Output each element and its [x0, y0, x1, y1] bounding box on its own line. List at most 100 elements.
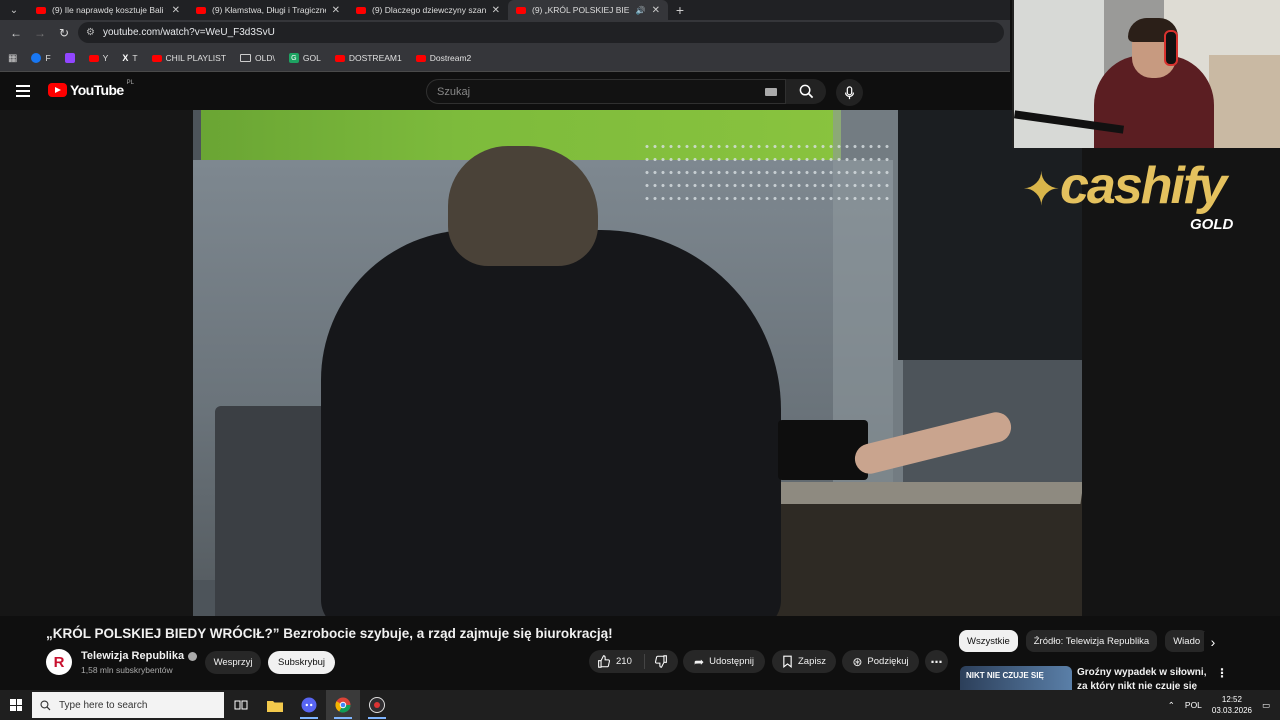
tab-1[interactable]: (9) Ile naprawdę kosztuje Bali w ✕: [28, 0, 188, 20]
channel-name-link[interactable]: Telewizja Republika: [81, 650, 198, 662]
discord-button[interactable]: [292, 690, 326, 720]
youtube-masthead: YouTube PL Szukaj: [0, 73, 1010, 110]
bookmark-label: Y: [102, 53, 109, 63]
tab-search-icon[interactable]: ⌄: [0, 0, 28, 20]
more-actions-button[interactable]: ⋯: [925, 650, 948, 673]
navigation-bar: ← → ↻ ⚙ youtube.com/watch?v=WeU_F3d3SvU: [0, 20, 1010, 45]
video-info: „KRÓL POLSKIEJ BIEDY WRÓCIŁ?” Bezrobocie…: [0, 616, 1280, 706]
new-tab-button[interactable]: +: [668, 0, 692, 20]
language-indicator[interactable]: POL: [1185, 700, 1202, 710]
url-text: youtube.com/watch?v=WeU_F3d3SvU: [102, 27, 275, 38]
close-icon[interactable]: ✕: [172, 5, 180, 16]
notification-icon[interactable]: ▭: [1262, 700, 1270, 711]
chevron-up-icon[interactable]: ⌃: [1168, 700, 1175, 711]
like-button[interactable]: 210: [589, 654, 645, 669]
address-bar[interactable]: ⚙ youtube.com/watch?v=WeU_F3d3SvU: [78, 22, 1004, 43]
sponsor-brand: cashify: [1060, 157, 1227, 215]
chrome-button[interactable]: [326, 690, 360, 720]
reload-button[interactable]: ↻: [54, 23, 74, 43]
like-count: 210: [616, 656, 632, 667]
subscriber-count: 1,58 mln subskrybentów: [81, 665, 173, 675]
chevron-right-icon[interactable]: ›: [1204, 632, 1222, 652]
obs-button[interactable]: [360, 690, 394, 720]
share-button[interactable]: ➦ Udostępnij: [683, 650, 765, 673]
menu-icon[interactable]: [16, 85, 30, 97]
tab-3[interactable]: (9) Dlaczego dziewczyny szanuj ✕: [348, 0, 508, 20]
bookmark-f[interactable]: F: [31, 53, 51, 63]
obs-icon: [369, 697, 385, 713]
share-icon: ➦: [694, 654, 705, 669]
bookmark-chil-playlist[interactable]: CHIL PLAYLIST: [151, 53, 226, 63]
close-icon[interactable]: ✕: [332, 5, 340, 16]
clock[interactable]: 12:52 03.03.2026: [1212, 694, 1252, 716]
logo-country: PL: [126, 80, 134, 86]
support-button[interactable]: Wesprzyj: [205, 651, 261, 674]
taskbar-search-input[interactable]: Type here to search: [32, 692, 224, 718]
bookmark-twitch[interactable]: [64, 53, 75, 63]
keyboard-icon[interactable]: [765, 88, 777, 96]
search-input[interactable]: Szukaj: [426, 79, 786, 104]
recommendation-thumbnail[interactable]: NIKT NIE CZUJE SIĘ: [960, 666, 1072, 692]
thanks-button[interactable]: ⊛ Podziękuj: [842, 650, 919, 673]
bookmark-label: F: [45, 53, 51, 63]
close-icon[interactable]: ✕: [492, 5, 500, 16]
youtube-logo[interactable]: YouTube PL: [48, 80, 134, 98]
start-button[interactable]: [0, 690, 32, 720]
task-view-icon: [234, 700, 248, 710]
youtube-play-icon: [48, 83, 67, 97]
site-info-icon[interactable]: ⚙: [86, 27, 95, 38]
bookmark-dostream2[interactable]: Dostream2: [415, 53, 472, 63]
folder-icon: [267, 700, 283, 712]
thumbs-down-icon: [655, 655, 667, 668]
video-frame: [193, 110, 1082, 616]
chip-news[interactable]: Wiado: [1165, 630, 1209, 652]
bookmark-y[interactable]: Y: [88, 53, 109, 63]
search-button[interactable]: [786, 79, 826, 104]
video-title: „KRÓL POLSKIEJ BIEDY WRÓCIŁ?” Bezrobocie…: [46, 626, 613, 641]
bookmark-old-folder[interactable]: OLD\: [240, 53, 275, 63]
bookmark-label: Dostream2: [429, 53, 472, 63]
system-tray: ⌃ POL 12:52 03.03.2026 ▭: [1168, 690, 1280, 720]
sparkle-icon: ✦: [1022, 163, 1061, 215]
tab-title: (9) Kłamstwa, Długi i Tragiczne: [212, 5, 326, 15]
forward-button[interactable]: →: [30, 23, 50, 43]
chrome-icon: [335, 697, 351, 713]
back-button[interactable]: ←: [6, 23, 26, 43]
tab-4-active[interactable]: (9) „KRÓL POLSKIEJ BIEDY W 🔊 ✕: [508, 0, 668, 20]
close-icon[interactable]: ✕: [652, 5, 660, 16]
x-icon: X: [122, 53, 129, 63]
share-label: Udostępnij: [709, 656, 754, 667]
bookmark-icon: [783, 655, 792, 668]
voice-search-button[interactable]: [836, 79, 863, 106]
webcam-overlay: [1012, 0, 1280, 148]
youtube-icon: [415, 54, 426, 62]
windows-taskbar: Type here to search ⌃ POL 12:52 03.03.20…: [0, 690, 1280, 720]
more-vert-icon[interactable]: ⋮: [1216, 666, 1228, 680]
bookmark-t[interactable]: XT: [122, 53, 137, 63]
youtube-icon: [516, 6, 526, 14]
task-view-button[interactable]: [224, 690, 258, 720]
bookmark-gol[interactable]: G GOL: [288, 53, 321, 63]
tab-title: (9) Dlaczego dziewczyny szanuj: [372, 5, 486, 15]
youtube-icon: [356, 6, 366, 14]
save-button[interactable]: Zapisz: [772, 650, 836, 673]
chip-source[interactable]: Źródło: Telewizja Republika: [1025, 630, 1158, 652]
youtube-icon: [88, 54, 99, 62]
channel-avatar[interactable]: R: [46, 649, 72, 675]
subscribe-button[interactable]: Subskrybuj: [268, 651, 335, 674]
verified-icon: [188, 651, 198, 661]
file-explorer-button[interactable]: [258, 690, 292, 720]
search-icon: [799, 84, 813, 99]
thanks-label: Podziękuj: [867, 656, 909, 667]
bookmark-label: DOSTREAM1: [348, 53, 402, 63]
chip-all[interactable]: Wszystkie: [959, 630, 1018, 652]
speaker-icon[interactable]: 🔊: [636, 6, 646, 15]
apps-grid-icon[interactable]: ▦: [8, 53, 17, 64]
clock-time: 12:52: [1221, 695, 1242, 704]
bookmark-dostream1[interactable]: DOSTREAM1: [334, 53, 402, 63]
tab-2[interactable]: (9) Kłamstwa, Długi i Tragiczne ✕: [188, 0, 348, 20]
microphone-icon: [844, 85, 855, 99]
facebook-icon: [31, 53, 42, 63]
dislike-button[interactable]: [645, 655, 678, 668]
headphones-icon: [1164, 30, 1178, 66]
